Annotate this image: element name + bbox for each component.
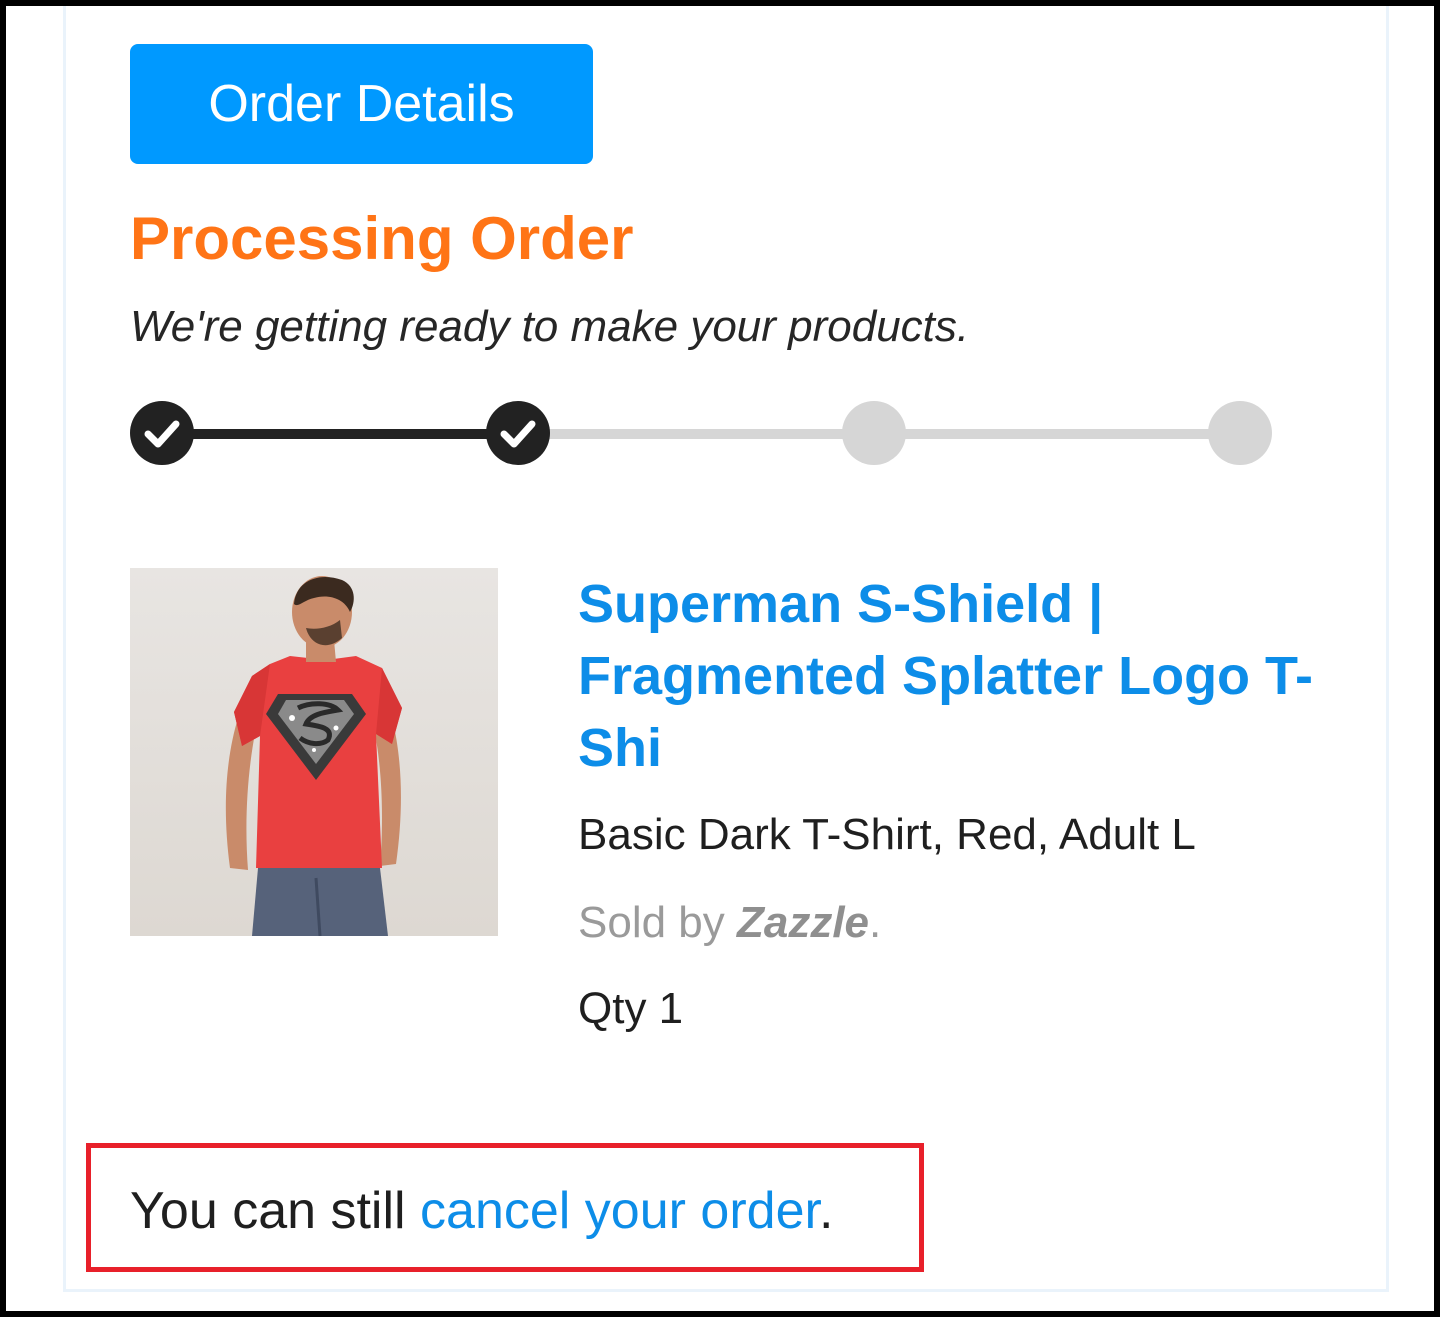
seller-prefix: Sold by [578,898,737,947]
cancel-order-link[interactable]: cancel your order [420,1182,819,1240]
product-title-link[interactable]: Superman S-Shield | Fragmented Splatter … [578,568,1318,784]
progress-step-3 [842,401,906,465]
order-status-subtitle: We're getting ready to make your product… [130,302,970,351]
progress-step-4 [1208,401,1272,465]
progress-step-1 [130,401,194,465]
cancel-prefix: You can still [130,1182,421,1240]
product-seller: Sold by Zazzle. [578,898,881,948]
product-image[interactable] [130,568,498,936]
progress-segment-2 [518,429,874,439]
order-progress-tracker [130,401,1272,466]
seller-name: Zazzle [736,898,870,947]
product-variant: Basic Dark T-Shirt, Red, Adult L [578,810,1196,859]
progress-segment-3 [874,429,1240,439]
order-status-title: Processing Order [130,205,634,272]
cancel-order-message: You can still cancel your order. [130,1181,833,1241]
tshirt-model-illustration [130,568,498,936]
cancel-suffix: . [818,1182,834,1240]
page-frame: Order Details Processing Order We're get… [0,0,1440,1317]
seller-suffix: . [869,898,882,947]
checkmark-icon [144,420,180,448]
product-quantity: Qty 1 [578,984,684,1033]
progress-step-2 [486,401,550,465]
progress-segment-1 [162,429,518,439]
checkmark-icon [500,420,536,448]
order-details-button[interactable]: Order Details [130,44,593,164]
